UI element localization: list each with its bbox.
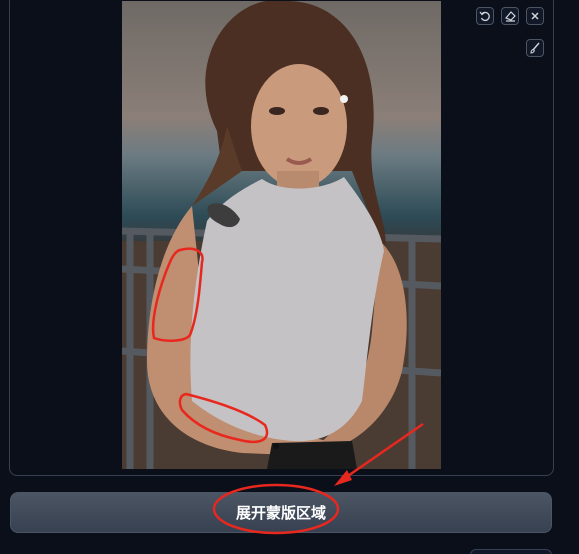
brush-button[interactable] — [526, 39, 544, 57]
inpaint-editor: 展开蒙版区域 — [0, 0, 579, 554]
brush-icon — [530, 42, 540, 54]
photo-illustration — [122, 1, 441, 469]
eraser-button[interactable] — [501, 7, 519, 25]
close-button[interactable] — [526, 7, 544, 25]
photo-canvas[interactable] — [122, 1, 441, 469]
expand-mask-button[interactable]: 展开蒙版区域 — [10, 492, 552, 533]
image-canvas-panel — [9, 0, 554, 476]
undo-icon — [479, 11, 490, 22]
undo-button[interactable] — [476, 7, 494, 25]
eraser-icon — [505, 11, 516, 22]
close-icon — [531, 12, 539, 20]
bottom-control-edge — [470, 549, 552, 554]
